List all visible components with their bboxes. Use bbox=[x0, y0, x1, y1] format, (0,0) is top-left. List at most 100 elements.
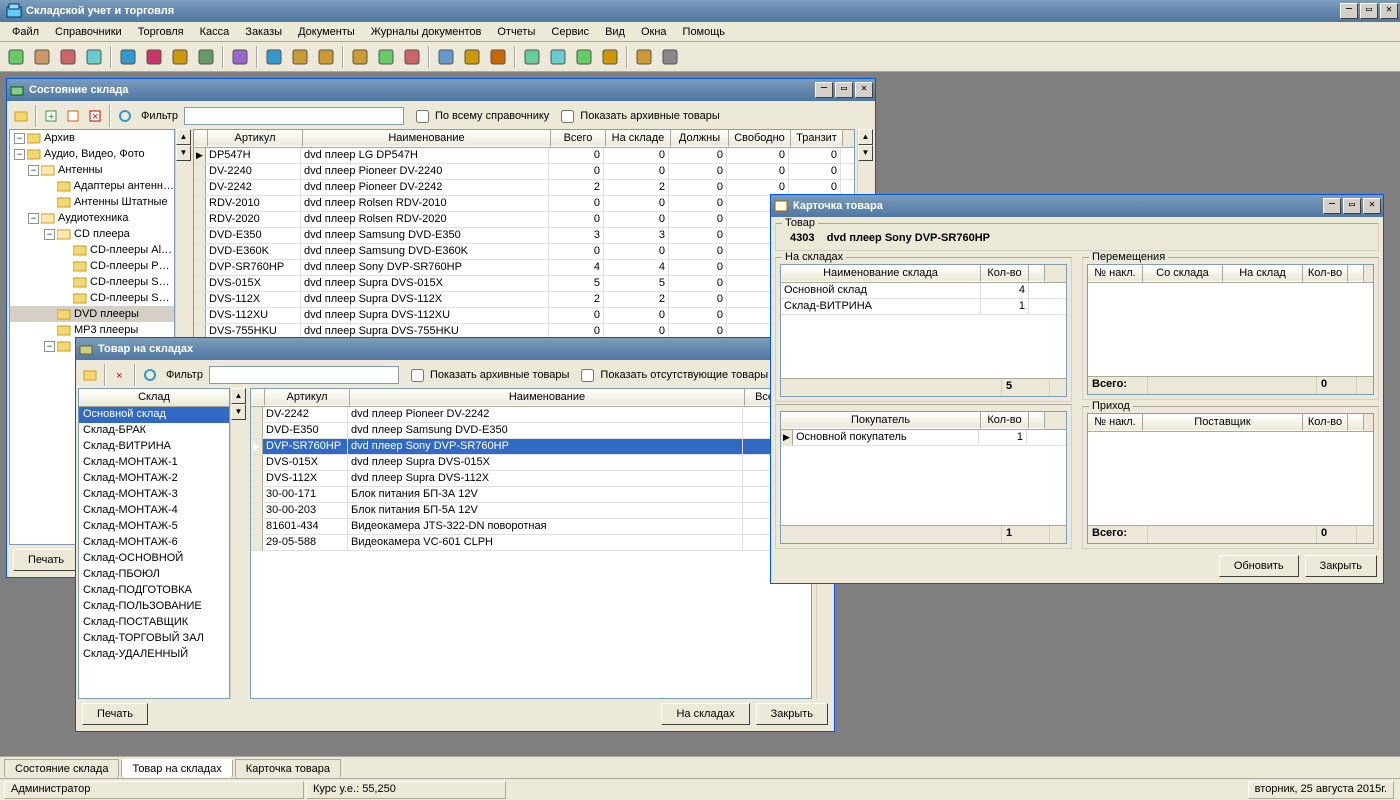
col-header[interactable]: На складе bbox=[606, 130, 671, 147]
card-buyer-grid[interactable]: ПокупательКол-во ▶Основной покупатель1 1 bbox=[780, 411, 1067, 544]
expand-icon[interactable]: − bbox=[28, 213, 39, 224]
toolbar-btn-14[interactable] bbox=[400, 45, 424, 69]
table-row[interactable]: 30-00-203Блок питания БП-5А 12V1 bbox=[251, 503, 811, 519]
table-row[interactable]: DV-2242dvd плеер Pioneer DV-224222000 bbox=[194, 180, 854, 196]
tree-node[interactable]: −Аудио, Видео, Фото bbox=[10, 146, 174, 162]
tree-node[interactable]: CD-плееры P… bbox=[10, 258, 174, 274]
main-close-button[interactable]: ✕ bbox=[1380, 3, 1398, 19]
toolbar-btn-11[interactable] bbox=[314, 45, 338, 69]
col-header[interactable]: Транзит bbox=[791, 130, 843, 147]
store-list-scrollbar[interactable]: ▲▼ bbox=[230, 388, 246, 699]
bottom-tab[interactable]: Товар на складах bbox=[121, 759, 232, 778]
toolbar-btn-1[interactable] bbox=[30, 45, 54, 69]
card-update-button[interactable]: Обновить bbox=[1219, 555, 1299, 577]
window-state-minimize[interactable]: ─ bbox=[815, 82, 833, 98]
toolbar-btn-18[interactable] bbox=[520, 45, 544, 69]
table-row[interactable]: DVS-015Xdvd плеер Supra DVS-015X5 bbox=[251, 455, 811, 471]
list-item[interactable]: Склад-ПОДГОТОВКА bbox=[79, 583, 229, 599]
list-item[interactable]: Склад-МОНТАЖ-6 bbox=[79, 535, 229, 551]
table-row[interactable]: Основной склад4 bbox=[781, 283, 1066, 299]
toolbar-btn-0[interactable] bbox=[4, 45, 28, 69]
tree-node[interactable]: MP3 плееры bbox=[10, 322, 174, 338]
table-row[interactable]: ▶DP547Hdvd плеер LG DP547H00000 bbox=[194, 148, 854, 164]
menu-11[interactable]: Помощь bbox=[675, 24, 734, 40]
window-card-minimize[interactable]: ─ bbox=[1323, 198, 1341, 214]
table-row[interactable]: 81601-434Видеокамера JTS-322-DN поворотн… bbox=[251, 519, 811, 535]
menu-1[interactable]: Справочники bbox=[47, 24, 130, 40]
stock-chk-absent[interactable] bbox=[581, 369, 594, 382]
stock-print-button[interactable]: Печать bbox=[82, 703, 148, 725]
toolbar-btn-16[interactable] bbox=[460, 45, 484, 69]
toolbar-btn-9[interactable] bbox=[262, 45, 286, 69]
tree-node[interactable]: Антенны Штатные bbox=[10, 194, 174, 210]
menu-2[interactable]: Торговля bbox=[130, 24, 192, 40]
table-row[interactable]: DVS-112XUdvd плеер Supra DVS-112XU00000 bbox=[194, 308, 854, 324]
col-header[interactable]: Должны bbox=[671, 130, 729, 147]
store-list[interactable]: СкладОсновной складСклад-БРАКСклад-ВИТРИ… bbox=[78, 388, 230, 699]
tree-node[interactable]: −Архив bbox=[10, 130, 174, 146]
table-row[interactable]: Склад-ВИТРИНА1 bbox=[781, 299, 1066, 315]
menu-8[interactable]: Сервис bbox=[543, 24, 597, 40]
list-item[interactable]: Склад-УДАЛЕННЫЙ bbox=[79, 647, 229, 663]
card-onstock-grid[interactable]: Наименование складаКол-во Основной склад… bbox=[780, 264, 1067, 397]
table-row[interactable]: DVS-112Xdvd плеер Supra DVS-112X2 bbox=[251, 471, 811, 487]
stock-refresh-button[interactable] bbox=[140, 365, 160, 385]
col-header[interactable]: Покупатель bbox=[781, 412, 981, 429]
table-row[interactable]: 30-00-171Блок питания БП-3А 12V1 bbox=[251, 487, 811, 503]
card-incoming-grid[interactable]: № накл.ПоставщикКол-во Всего:0 bbox=[1087, 413, 1374, 544]
window-card-titlebar[interactable]: Карточка товара ─ ▭ ✕ bbox=[771, 195, 1383, 217]
bottom-tab[interactable]: Карточка товара bbox=[235, 759, 341, 778]
toolbar-btn-2[interactable] bbox=[56, 45, 80, 69]
table-row[interactable]: DVS-015Xdvd плеер Supra DVS-015X55000 bbox=[194, 276, 854, 292]
table-row[interactable]: RDV-2010dvd плеер Rolsen RDV-201000000 bbox=[194, 196, 854, 212]
tree-node[interactable]: Адаптеры антенн… bbox=[10, 178, 174, 194]
col-header[interactable]: Всего bbox=[551, 130, 606, 147]
toolbar-btn-20[interactable] bbox=[572, 45, 596, 69]
tree-node[interactable]: −Аудиотехника bbox=[10, 210, 174, 226]
expand-icon[interactable]: − bbox=[44, 229, 55, 240]
list-item[interactable]: Склад-ТОРГОВЫЙ ЗАЛ bbox=[79, 631, 229, 647]
add-button[interactable]: + bbox=[41, 106, 61, 126]
window-card-maximize[interactable]: ▭ bbox=[1343, 198, 1361, 214]
table-row[interactable]: RDV-2020dvd плеер Rolsen RDV-202000000 bbox=[194, 212, 854, 228]
table-row[interactable]: DV-2242dvd плеер Pioneer DV-22422 bbox=[251, 407, 811, 423]
table-row[interactable]: 29-05-588Видеокамера VC-601 CLPH1 bbox=[251, 535, 811, 551]
list-item[interactable]: Склад-МОНТАЖ-2 bbox=[79, 471, 229, 487]
window-state-titlebar[interactable]: Состояние склада ─ ▭ ✕ bbox=[7, 79, 875, 101]
open-button[interactable] bbox=[11, 106, 31, 126]
card-close-button[interactable]: Закрыть bbox=[1305, 555, 1377, 577]
list-item[interactable]: Склад-ПОСТАВЩИК bbox=[79, 615, 229, 631]
toolbar-btn-3[interactable] bbox=[82, 45, 106, 69]
table-row[interactable]: DVD-E350dvd плеер Samsung DVD-E35033000 bbox=[194, 228, 854, 244]
chk-archive[interactable] bbox=[561, 110, 574, 123]
toolbar-btn-23[interactable] bbox=[658, 45, 682, 69]
toolbar-btn-19[interactable] bbox=[546, 45, 570, 69]
window-card-close[interactable]: ✕ bbox=[1363, 198, 1381, 214]
menu-4[interactable]: Заказы bbox=[237, 24, 290, 40]
menu-7[interactable]: Отчеты bbox=[489, 24, 543, 40]
list-item[interactable]: Склад-ПБОЮЛ bbox=[79, 567, 229, 583]
toolbar-btn-12[interactable] bbox=[348, 45, 372, 69]
menu-5[interactable]: Документы bbox=[290, 24, 363, 40]
menu-10[interactable]: Окна bbox=[633, 24, 675, 40]
stock-grid[interactable]: АртикулНаименованиеВсего DV-2242dvd плее… bbox=[250, 388, 812, 699]
card-moves-grid[interactable]: № накл.Со складаНа складКол-во Всего:0 bbox=[1087, 264, 1374, 395]
col-header[interactable]: Поставщик bbox=[1143, 414, 1303, 431]
stock-chk-archive[interactable] bbox=[411, 369, 424, 382]
menu-9[interactable]: Вид bbox=[597, 24, 633, 40]
stock-filter-input[interactable] bbox=[209, 366, 399, 384]
expand-icon[interactable]: − bbox=[28, 165, 39, 176]
stock-close-button[interactable]: Закрыть bbox=[756, 703, 828, 725]
table-row[interactable]: DV-2240dvd плеер Pioneer DV-224000000 bbox=[194, 164, 854, 180]
filter-input[interactable] bbox=[184, 107, 404, 125]
tree-node[interactable]: CD-плееры S… bbox=[10, 274, 174, 290]
list-item[interactable]: Основной склад bbox=[79, 407, 229, 423]
toolbar-btn-6[interactable] bbox=[168, 45, 192, 69]
col-header[interactable]: № накл. bbox=[1088, 414, 1143, 431]
table-row[interactable]: ▶Основной покупатель1 bbox=[781, 430, 1066, 446]
col-header[interactable]: На склад bbox=[1223, 265, 1303, 282]
tree-node[interactable]: −Антенны bbox=[10, 162, 174, 178]
list-item[interactable]: Склад-МОНТАЖ-1 bbox=[79, 455, 229, 471]
list-item[interactable]: Склад-ВИТРИНА bbox=[79, 439, 229, 455]
table-row[interactable]: DVS-112Xdvd плеер Supra DVS-112X22000 bbox=[194, 292, 854, 308]
